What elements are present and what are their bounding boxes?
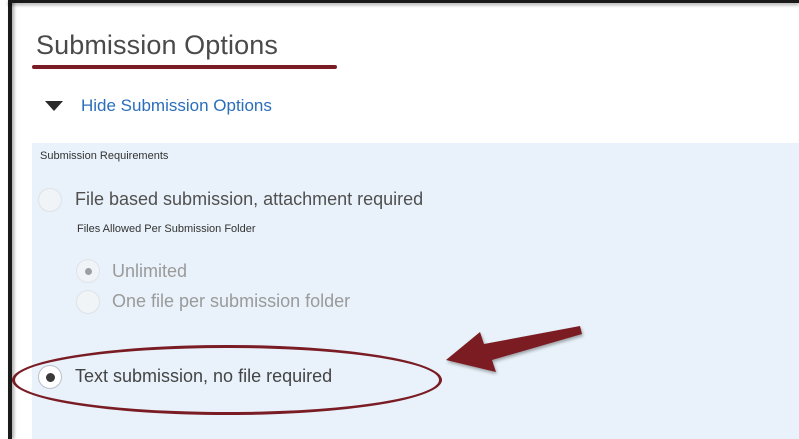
title-underline-annotation [32,65,337,69]
radio-one-file[interactable] [76,290,100,314]
section-title: Submission Options [36,30,278,60]
highlight-ellipse-annotation [12,345,442,415]
window-edge-left [8,0,12,439]
window-edge-top [8,0,799,3]
radio-label-unlimited: Unlimited [112,261,188,281]
hide-submission-options-toggle[interactable]: Hide Submission Options [45,94,272,118]
radio-label-file-based: File based submission, attachment requir… [75,189,424,209]
files-allowed-label: Files Allowed Per Submission Folder [77,223,256,235]
submission-requirements-label: Submission Requirements [40,150,169,162]
radio-unlimited[interactable] [76,259,100,283]
arrow-left-icon [446,326,582,372]
radio-label-one-file: One file per submission folder [112,291,351,311]
toggle-label: Hide Submission Options [81,96,272,115]
radio-file-based[interactable] [38,188,62,212]
caret-down-icon [45,101,63,111]
